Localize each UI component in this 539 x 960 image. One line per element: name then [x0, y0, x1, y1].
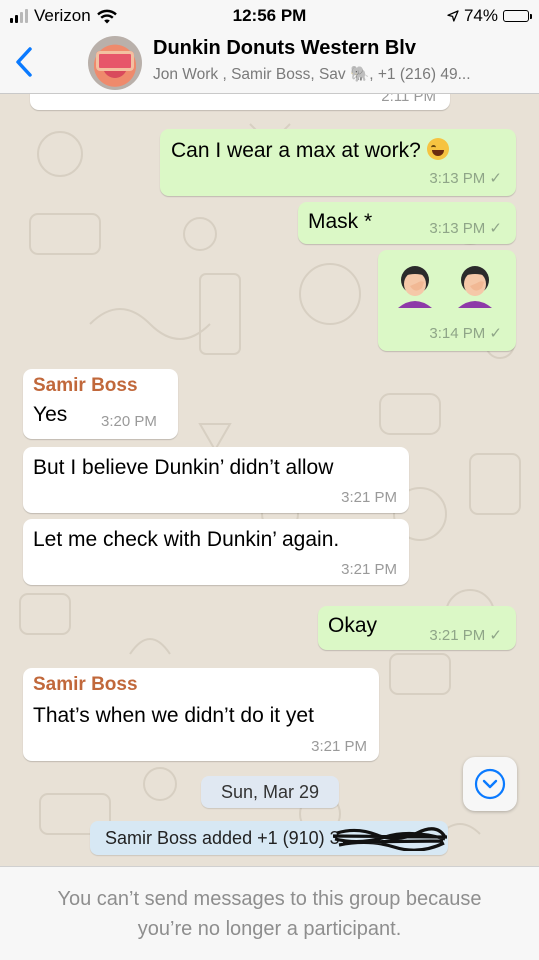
rolling-on-floor-laughing-emoji — [426, 138, 449, 160]
outgoing-message[interactable]: 3:14 PM ✓ — [378, 250, 516, 351]
sender-name[interactable]: Samir Boss — [33, 674, 138, 696]
message-time: 3:13 PM ✓ — [429, 220, 502, 237]
previous-message-bubble[interactable]: 2:11 PM — [30, 94, 450, 110]
group-participants[interactable]: Jon Work , Samir Boss, Sav 🐘, +1 (216) 4… — [153, 65, 471, 84]
message-text: But I believe Dunkin’ didn’t allow — [33, 456, 334, 479]
message-time: 2:11 PM — [381, 94, 436, 105]
outgoing-message[interactable]: Okay 3:21 PM ✓ — [318, 606, 516, 650]
chevron-left-icon — [16, 47, 32, 77]
message-time: 3:21 PM ✓ — [429, 627, 502, 644]
redaction-scribble — [333, 827, 448, 851]
incoming-message[interactable]: Let me check with Dunkin’ again. 3:21 PM — [23, 519, 409, 585]
incoming-message[interactable]: But I believe Dunkin’ didn’t allow 3:21 … — [23, 447, 409, 513]
sender-name[interactable]: Samir Boss — [33, 375, 138, 397]
location-arrow-icon — [447, 10, 459, 22]
message-time: 3:21 PM — [341, 489, 397, 506]
system-message: Samir Boss added +1 (910) 3 — [90, 821, 448, 855]
battery-percent: 74% — [463, 6, 498, 25]
message-time: 3:13 PM ✓ — [429, 170, 502, 187]
incoming-message[interactable]: Samir Boss That’s when we didn’t do it y… — [23, 668, 379, 761]
date-separator: Sun, Mar 29 — [201, 776, 339, 808]
incoming-message[interactable]: Samir Boss Yes 3:20 PM — [23, 369, 178, 439]
message-text: Yes — [33, 403, 68, 426]
chat-header: Dunkin Donuts Western Blv Jon Work , Sam… — [0, 32, 539, 94]
message-text: Let me check with Dunkin’ again. — [33, 528, 340, 551]
message-text: Mask * — [308, 210, 373, 233]
message-time: 3:21 PM — [341, 561, 397, 578]
chat-area[interactable]: 2:11 PM Can I wear a max at work? 3:13 P… — [0, 94, 539, 866]
message-text: Okay — [328, 614, 378, 637]
not-participant-notice: You can’t send messages to this group be… — [0, 866, 539, 960]
notice-line-2: you’re no longer a participant. — [137, 918, 402, 940]
back-button[interactable] — [8, 42, 40, 82]
woman-facepalming-emoji — [398, 266, 432, 308]
message-time: 3:21 PM — [311, 738, 367, 755]
outgoing-message[interactable]: Mask * 3:13 PM ✓ — [298, 202, 516, 244]
message-text: Can I wear a max at work? — [171, 138, 449, 163]
notice-line-1: You can’t send messages to this group be… — [57, 888, 482, 910]
group-avatar[interactable] — [88, 36, 142, 90]
delivered-check-icon: ✓ — [489, 220, 502, 237]
group-title[interactable]: Dunkin Donuts Western Blv — [153, 37, 416, 60]
delivered-check-icon: ✓ — [489, 627, 502, 644]
message-time: 3:14 PM ✓ — [429, 325, 502, 342]
chevron-down-circle-icon — [474, 768, 506, 800]
outgoing-message[interactable]: Can I wear a max at work? 3:13 PM ✓ — [160, 129, 516, 196]
delivered-check-icon: ✓ — [489, 170, 502, 187]
battery-icon — [503, 10, 532, 22]
message-time: 3:20 PM — [101, 413, 157, 430]
status-bar: Verizon 12:56 PM 74% — [0, 0, 539, 32]
woman-facepalming-emoji — [458, 266, 492, 308]
scroll-to-bottom-button[interactable] — [463, 757, 517, 811]
system-message-text: Samir Boss added +1 (910) 3 — [105, 828, 340, 848]
status-right: 74% — [447, 6, 532, 26]
message-text: That’s when we didn’t do it yet — [33, 704, 314, 727]
delivered-check-icon: ✓ — [489, 325, 502, 342]
